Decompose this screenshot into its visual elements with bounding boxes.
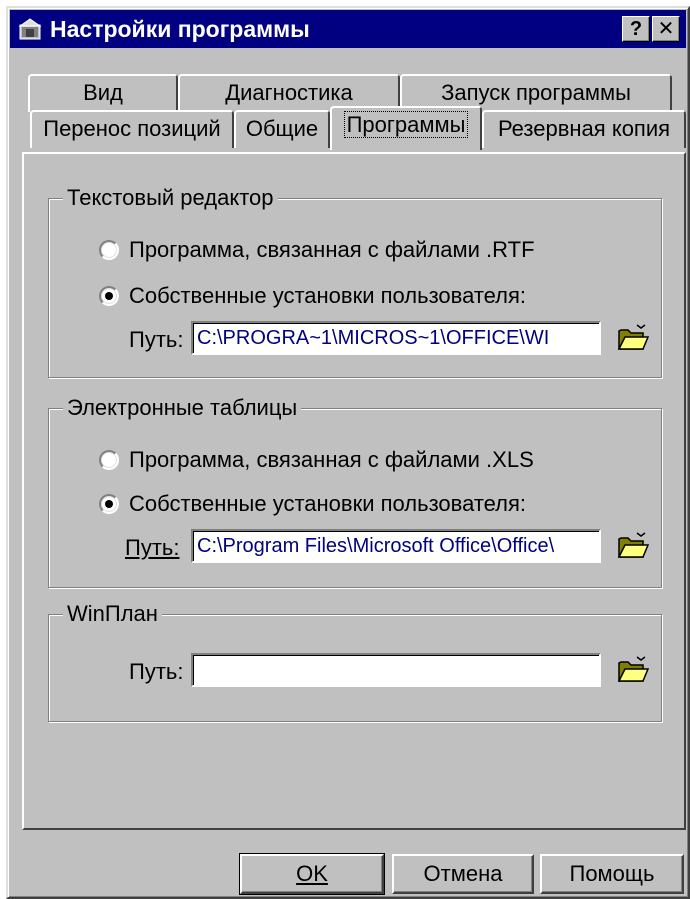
text-editor-path-field[interactable]: C:\PROGRA~1\MICROS~1\OFFICE\WI <box>191 321 601 355</box>
option-label: Программа, связанная с файлами .RTF <box>129 237 535 262</box>
winplan-group: WinПлан Путь: <box>48 601 662 722</box>
tab-label: Общие <box>245 116 319 141</box>
open-folder-icon[interactable] <box>617 323 649 351</box>
spreadsheets-path-field[interactable]: C:\Program Files\Microsoft Office\Office… <box>191 529 601 563</box>
radio-button-selected[interactable] <box>99 494 119 514</box>
close-button[interactable]: ✕ <box>652 16 680 42</box>
group-legend: WinПлан <box>63 601 162 627</box>
help-button[interactable]: Помощь <box>540 854 684 894</box>
option-label: Собственные установки пользователя: <box>129 491 527 516</box>
tab-label: Перенос позиций <box>43 116 221 141</box>
radio-button[interactable] <box>99 450 119 470</box>
tab-programs[interactable]: Программы <box>330 106 482 150</box>
open-folder-icon[interactable] <box>617 531 649 559</box>
custom-settings-option[interactable]: Собственные установки пользователя: <box>99 283 526 309</box>
settings-window-icon <box>18 18 42 40</box>
custom-settings-option[interactable]: Собственные установки пользователя: <box>99 491 526 517</box>
radio-button[interactable] <box>99 240 119 260</box>
path-label: Путь: <box>129 327 184 352</box>
tab-vid[interactable]: Вид <box>28 74 178 112</box>
tab-label: Резервная копия <box>497 116 671 141</box>
ok-button[interactable]: OK <box>239 853 385 895</box>
group-legend: Электронные таблицы <box>63 395 302 421</box>
winplan-path-field[interactable] <box>191 653 601 687</box>
spreadsheets-group: Электронные таблицы Программа, связанная… <box>48 395 662 588</box>
title-bar[interactable]: Настройки программы ? ✕ <box>10 10 686 48</box>
option-label: Собственные установки пользователя: <box>129 283 527 308</box>
tab-label: Диагностика <box>225 80 353 105</box>
path-label: Путь: <box>129 659 184 684</box>
tab-label: Вид <box>83 80 123 105</box>
text-editor-group: Текстовый редактор Программа, связанная … <box>48 185 662 378</box>
window-title: Настройки программы <box>50 16 310 42</box>
tab-panel: Текстовый редактор Программа, связанная … <box>22 152 686 830</box>
tab-label: Запуск программы <box>441 80 631 105</box>
option-label: Программа, связанная с файлами .XLS <box>129 447 534 472</box>
help-title-button[interactable]: ? <box>622 16 650 42</box>
tab-general[interactable]: Общие <box>234 110 330 148</box>
tab-backup[interactable]: Резервная копия <box>482 110 686 148</box>
group-legend: Текстовый редактор <box>63 185 278 211</box>
tab-transfer[interactable]: Перенос позиций <box>30 110 234 148</box>
xls-association-option[interactable]: Программа, связанная с файлами .XLS <box>99 447 534 473</box>
open-folder-icon[interactable] <box>617 655 649 683</box>
cancel-button[interactable]: Отмена <box>392 854 534 894</box>
tab-label: Программы <box>343 111 469 138</box>
radio-button-selected[interactable] <box>99 286 119 306</box>
path-label: Путь: <box>125 535 180 560</box>
rtf-association-option[interactable]: Программа, связанная с файлами .RTF <box>99 237 535 263</box>
settings-dialog: Настройки программы ? ✕ Вид Диагностика … <box>6 6 690 899</box>
